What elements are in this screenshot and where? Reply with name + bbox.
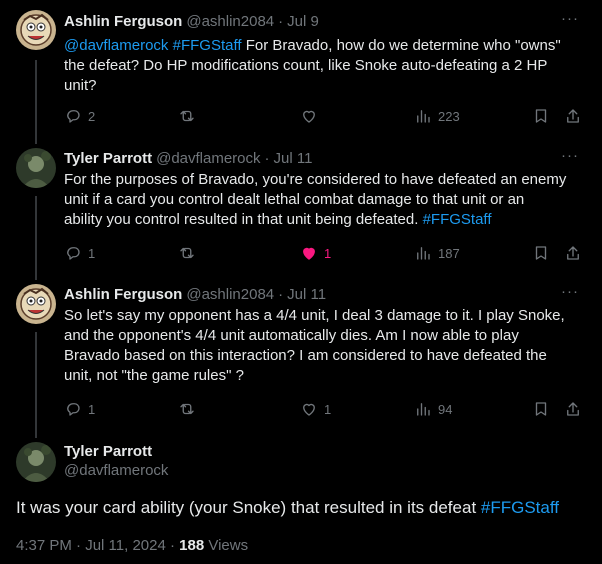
more-icon[interactable]: ···	[560, 284, 580, 305]
tweet-text: @davflamerock #FFGStaff For Bravado, how…	[64, 36, 584, 96]
bookmark-button[interactable]	[532, 399, 550, 419]
like-count: 1	[324, 245, 332, 261]
views-button[interactable]: 223	[414, 106, 460, 126]
share-icon	[567, 402, 579, 416]
author-name[interactable]: Ashlin Ferguson	[64, 13, 182, 30]
reply-button[interactable]: 1	[64, 399, 95, 419]
text-segment: For the purposes of Bravado, you're cons…	[64, 171, 567, 188]
views-button[interactable]: 94	[414, 399, 452, 419]
like-count: 1	[324, 401, 332, 417]
tweet-actions: 2 223	[58, 106, 586, 126]
tweet-meta: 4:37 PM · Jul 11, 2024 · 188 Views	[16, 537, 248, 554]
views-count: 223	[438, 108, 460, 124]
author-name[interactable]: Tyler Parrott	[64, 443, 152, 460]
repost-button[interactable]	[178, 106, 202, 126]
text-segment: unit if a card you control dealt lethal …	[64, 191, 525, 208]
reply-count: 1	[88, 401, 96, 417]
text-segment: and the opponent's 4/4 unit automaticall…	[64, 327, 519, 344]
thread-line	[35, 196, 37, 280]
tweet-header: Ashlin Ferguson @ashlin2084 · Jul 9	[64, 11, 319, 31]
repost-button[interactable]	[178, 243, 202, 263]
tweet-time[interactable]: Jul 9	[287, 13, 319, 30]
author-handle[interactable]: @davflamerock	[64, 462, 168, 479]
views-button[interactable]: 187	[414, 243, 460, 263]
repost-button[interactable]	[178, 399, 202, 419]
views-icon	[417, 110, 430, 123]
reply-icon	[67, 110, 80, 123]
share-button[interactable]	[564, 399, 582, 419]
avatar[interactable]	[16, 284, 56, 324]
avatar[interactable]	[16, 148, 56, 188]
views-label: Views	[204, 537, 249, 554]
bookmark-button[interactable]	[532, 106, 550, 126]
separator-dot: ·	[278, 285, 284, 303]
like-icon	[303, 403, 315, 416]
tweet-header: Ashlin Ferguson @ashlin2084 · Jul 11	[64, 284, 326, 304]
text-segment: Bravado based on this interaction? I am …	[64, 347, 547, 364]
thread-line	[35, 332, 37, 438]
author-handle[interactable]: @ashlin2084	[186, 286, 274, 303]
views-count: 187	[438, 245, 460, 261]
separator-dot: ·	[278, 12, 284, 30]
tweet-time[interactable]: Jul 11	[287, 286, 326, 303]
reply-button[interactable]: 2	[64, 106, 95, 126]
like-button[interactable]	[300, 106, 324, 126]
text-segment: So let's say my opponent has a 4/4 unit,…	[64, 307, 565, 324]
author-handle[interactable]: @ashlin2084	[186, 13, 274, 30]
author-handle[interactable]: @davflamerock	[156, 150, 260, 167]
bookmark-icon	[535, 246, 547, 260]
tweet-timestamp[interactable]: 4:37 PM · Jul 11, 2024 ·	[16, 537, 179, 554]
more-icon[interactable]: ···	[560, 11, 580, 32]
thread-line	[35, 60, 37, 144]
hashtag-link[interactable]: #FFGStaff	[173, 37, 242, 54]
avatar[interactable]	[16, 442, 56, 482]
hashtag-link[interactable]: #FFGStaff	[423, 211, 492, 228]
repost-icon	[180, 403, 194, 415]
mention-link[interactable]: @davflamerock	[64, 37, 168, 54]
reply-button[interactable]: 1	[64, 243, 95, 263]
avatar[interactable]	[16, 10, 56, 50]
views-count: 94	[438, 401, 453, 417]
separator-dot: ·	[264, 149, 270, 167]
tweet-header: Tyler Parrott @davflamerock · Jul 11	[64, 148, 312, 168]
text-segment: unit?	[64, 77, 97, 94]
share-button[interactable]	[564, 243, 582, 263]
like-icon	[303, 110, 315, 123]
text-segment: the defeat? Do HP modifications count, l…	[64, 57, 548, 74]
reply-icon	[67, 403, 80, 416]
views-icon	[417, 403, 430, 416]
views-icon	[417, 247, 430, 260]
like-button[interactable]: 1	[300, 399, 331, 419]
reply-count: 2	[88, 108, 96, 124]
tweet-actions: 1 1 94	[58, 399, 586, 419]
bookmark-icon	[535, 402, 547, 416]
tweet-actions: 1 1 187	[58, 243, 586, 263]
bookmark-button[interactable]	[532, 243, 550, 263]
like-icon	[303, 247, 315, 260]
tweet-text: It was your card ability (your Snoke) th…	[16, 496, 591, 520]
tweet-text: For the purposes of Bravado, you're cons…	[64, 170, 584, 230]
tweet-header: Tyler Parrott	[64, 441, 152, 461]
more-icon[interactable]: ···	[560, 148, 580, 169]
reply-count: 1	[88, 245, 96, 261]
repost-icon	[180, 247, 194, 259]
share-button[interactable]	[564, 106, 582, 126]
text-segment: It was your card ability (your Snoke) th…	[16, 498, 481, 517]
tweet-time[interactable]: Jul 11	[274, 150, 313, 167]
hashtag-link[interactable]: #FFGStaff	[481, 498, 559, 517]
views-count: 188	[179, 537, 205, 554]
tweet-text: So let's say my opponent has a 4/4 unit,…	[64, 306, 584, 386]
author-name[interactable]: Ashlin Ferguson	[64, 286, 182, 303]
text-segment: unit, not "the game rules" ?	[64, 367, 244, 384]
text-segment: For Bravado, how do we determine who "ow…	[241, 37, 561, 54]
reply-icon	[67, 247, 80, 260]
text-segment: ability you control resulted in that uni…	[64, 211, 423, 228]
repost-icon	[180, 110, 194, 122]
author-name[interactable]: Tyler Parrott	[64, 150, 152, 167]
share-icon	[567, 246, 579, 260]
like-button[interactable]: 1	[300, 243, 331, 263]
bookmark-icon	[535, 109, 547, 123]
share-icon	[567, 109, 579, 123]
